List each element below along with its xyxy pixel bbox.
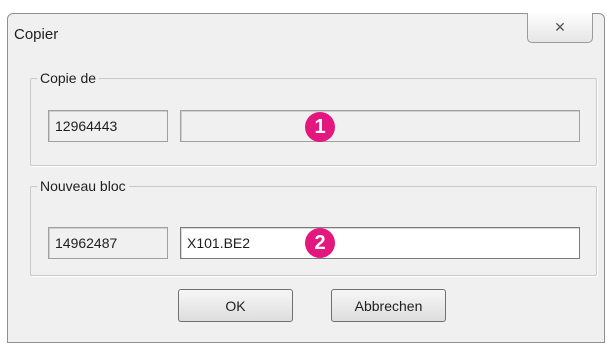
marker-1-badge: 1 [305,112,335,142]
source-name-field [180,110,580,142]
source-number-field: 12964443 [48,110,168,142]
group-copy-from-legend: Copie de [37,69,100,87]
group-copy-from: Copie de 12964443 1 [30,69,597,166]
group-new-block: Nouveau bloc 14962487 X101.BE2 2 [30,177,597,276]
cancel-button[interactable]: Abbrechen [331,289,446,322]
copy-dialog: Copier ✕ Copie de 12964443 1 Nouveau blo… [7,13,605,343]
close-icon: ✕ [554,19,566,35]
marker-2-badge: 2 [305,228,335,258]
close-button[interactable]: ✕ [527,13,593,43]
dialog-title: Copier [14,26,59,43]
new-block-name-input[interactable]: X101.BE2 [180,227,580,259]
group-new-block-legend: Nouveau bloc [37,177,129,195]
new-block-number-field: 14962487 [48,227,168,259]
title-bar: Copier ✕ [8,13,604,56]
ok-button[interactable]: OK [178,289,293,322]
